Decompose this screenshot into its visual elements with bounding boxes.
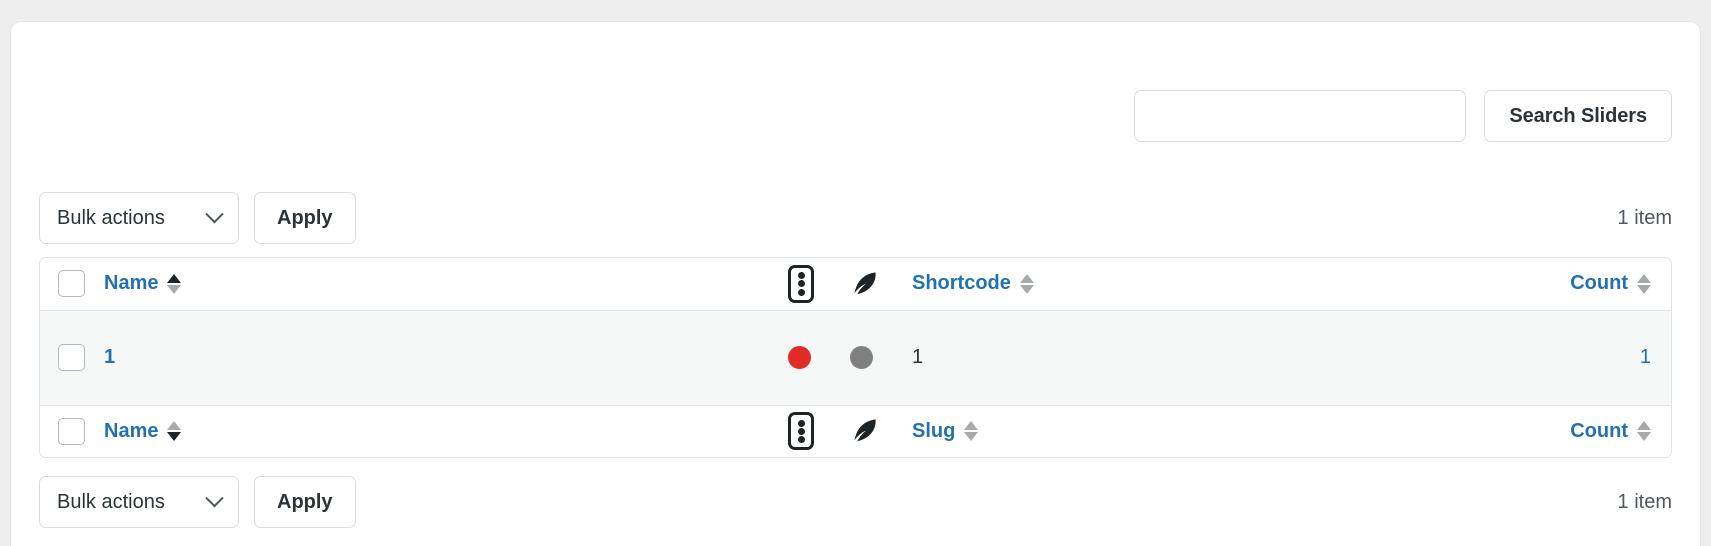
row-shortcode-value: 1 <box>912 346 924 368</box>
row-select-cell <box>40 310 98 405</box>
row-status-cell <box>788 310 850 405</box>
apply-button-top[interactable]: Apply <box>254 192 356 244</box>
footer-cell-status <box>788 404 850 457</box>
footer-count-label: Count <box>1570 419 1628 442</box>
sort-name-header[interactable]: Name <box>98 272 182 295</box>
footer-cell-slug: Slug <box>912 404 1432 457</box>
page-root: Search Sliders Bulk actions Apply 1 item <box>0 0 1711 546</box>
select-all-footer-cell <box>40 404 98 457</box>
row-count-cell: 1 <box>1432 310 1671 405</box>
sort-shortcode-header[interactable]: Shortcode <box>912 272 1034 295</box>
traffic-light-icon <box>788 264 814 303</box>
bulk-actions-select-bottom-label: Bulk actions <box>57 490 165 513</box>
sort-name-footer[interactable]: Name <box>98 419 182 443</box>
sort-count-header[interactable]: Count <box>1570 272 1651 295</box>
sort-count-footer[interactable]: Count <box>1570 420 1651 443</box>
table-header: Name Shortcode Count <box>40 258 1671 311</box>
table-footer-row: Name Slug Count <box>40 404 1671 457</box>
item-count-top: 1 item <box>1617 206 1672 229</box>
row-name-cell: 1 <box>98 310 788 405</box>
bulk-actions-bar-top: Bulk actions Apply 1 item <box>11 192 1700 244</box>
item-count-bottom: 1 item <box>1617 490 1672 513</box>
content-card: Search Sliders Bulk actions Apply 1 item <box>11 22 1700 546</box>
select-all-checkbox-top[interactable] <box>58 270 85 298</box>
search-area: Search Sliders <box>1134 90 1672 142</box>
footer-cell-pen <box>850 404 912 457</box>
footer-cell-name: Name <box>98 404 788 457</box>
bulk-actions-bar-bottom: Bulk actions Apply 1 item <box>11 476 1700 528</box>
bulk-actions-select-top-label: Bulk actions <box>57 206 165 229</box>
sliders-table: Name Shortcode Count 1 1 1 Name Slug Cou… <box>40 258 1671 457</box>
header-name-label: Name <box>104 272 159 295</box>
search-input[interactable] <box>1134 90 1467 142</box>
bulk-actions-select-bottom[interactable]: Bulk actions <box>39 476 239 528</box>
sort-arrows-icon <box>964 421 979 442</box>
sort-arrows-icon <box>167 273 182 294</box>
sort-arrows-icon <box>1637 273 1651 294</box>
footer-slug-label: Slug <box>912 419 956 442</box>
header-cell-name: Name <box>98 258 788 311</box>
status-dot-red <box>788 346 811 370</box>
sort-arrows-icon <box>1637 421 1651 442</box>
row-shortcode-cell: 1 <box>912 310 1432 405</box>
header-cell-status <box>788 258 850 311</box>
footer-cell-count: Count <box>1432 404 1671 457</box>
bulk-actions-select-top[interactable]: Bulk actions <box>39 192 239 244</box>
apply-button-bottom[interactable]: Apply <box>254 476 356 528</box>
select-all-checkbox-bottom[interactable] <box>58 417 85 445</box>
row-pen-cell <box>850 310 912 405</box>
table-body: 1 1 1 <box>40 310 1671 405</box>
chevron-down-icon <box>205 488 224 507</box>
feather-pen-icon <box>854 272 876 294</box>
sliders-table-wrapper: Name Shortcode Count 1 1 1 Name Slug Cou… <box>39 257 1672 458</box>
feather-pen-icon <box>854 419 876 442</box>
row-name-link[interactable]: 1 <box>98 346 115 368</box>
table-footer: Name Slug Count <box>40 404 1671 457</box>
row-count-link[interactable]: 1 <box>1640 346 1651 368</box>
header-cell-shortcode: Shortcode <box>912 258 1432 311</box>
row-checkbox[interactable] <box>58 344 85 371</box>
chevron-down-icon <box>205 204 224 223</box>
header-shortcode-label: Shortcode <box>912 272 1011 295</box>
table-row: 1 1 1 <box>40 310 1671 405</box>
search-sliders-button[interactable]: Search Sliders <box>1484 90 1672 142</box>
footer-name-label: Name <box>104 419 159 442</box>
table-header-row: Name Shortcode Count <box>40 258 1671 311</box>
traffic-light-icon <box>788 412 814 451</box>
header-count-label: Count <box>1570 272 1628 295</box>
sort-slug-footer[interactable]: Slug <box>912 419 979 443</box>
select-all-header-cell <box>40 258 98 311</box>
sort-arrows-icon <box>1019 273 1034 294</box>
status-dot-gray <box>850 346 873 370</box>
sort-arrows-icon <box>167 421 182 442</box>
header-cell-pen <box>850 258 912 311</box>
header-cell-count: Count <box>1432 258 1671 311</box>
